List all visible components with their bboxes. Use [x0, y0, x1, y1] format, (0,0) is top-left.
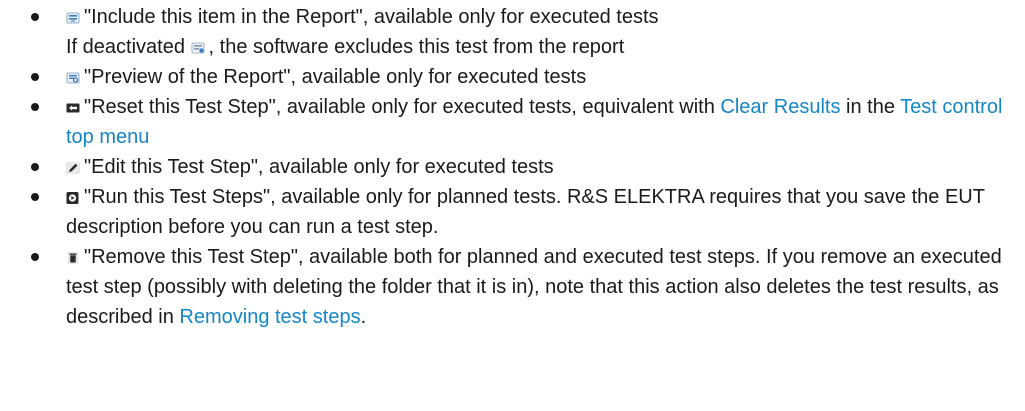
item-text: "Reset this Test Step", available only f…	[84, 96, 721, 118]
item-text-mid: in the	[840, 96, 901, 118]
item-text: "Edit this Test Step", available only fo…	[84, 156, 554, 178]
bullet	[31, 193, 39, 201]
list-item: "Reset this Test Step", available only f…	[0, 92, 1025, 152]
item-text-end: .	[360, 306, 367, 328]
bullet	[31, 73, 39, 81]
item-text-line2-post: , the software excludes this test from t…	[208, 36, 625, 58]
report-include-icon	[66, 12, 80, 24]
list-item: "Preview of the Report", available only …	[0, 62, 1025, 92]
removing-test-steps-link[interactable]: Removing test steps	[179, 306, 360, 328]
list-item: "Include this item in the Report", avail…	[0, 2, 1025, 62]
bullet	[31, 163, 39, 171]
remove-icon	[66, 252, 80, 264]
item-text: "Preview of the Report", available only …	[84, 66, 587, 88]
edit-icon	[66, 162, 80, 174]
reset-icon	[66, 102, 80, 114]
list-item: "Edit this Test Step", available only fo…	[0, 152, 1025, 182]
action-icons-list: "Include this item in the Report", avail…	[0, 0, 1025, 332]
run-icon	[66, 192, 80, 204]
bullet	[31, 103, 39, 111]
item-text: "Run this Test Steps", available only fo…	[66, 186, 985, 238]
list-item: "Run this Test Steps", available only fo…	[0, 182, 1025, 242]
clear-results-link[interactable]: Clear Results	[720, 96, 840, 118]
report-preview-icon	[66, 72, 80, 84]
item-text-line2-pre: If deactivated	[66, 36, 191, 58]
list-item: "Remove this Test Step", available both …	[0, 242, 1025, 332]
bullet	[31, 13, 39, 21]
report-excluded-icon	[191, 42, 205, 54]
bullet	[31, 253, 39, 261]
item-text: "Include this item in the Report", avail…	[84, 6, 659, 28]
